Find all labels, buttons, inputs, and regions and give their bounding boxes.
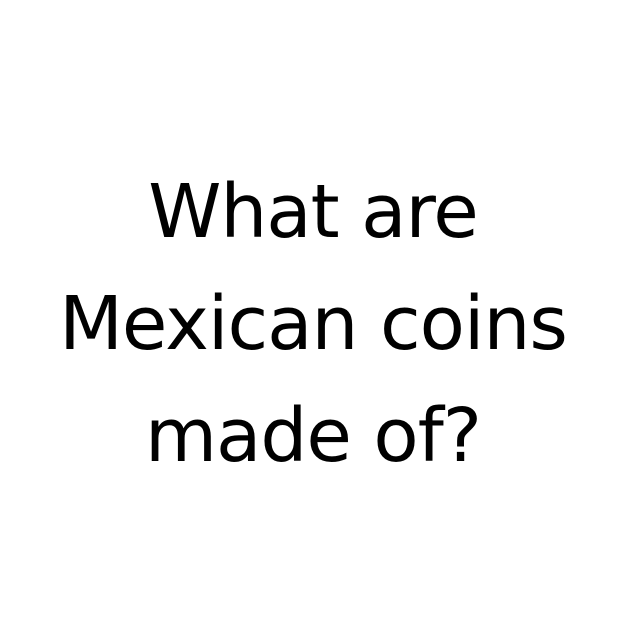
question-line-2: Mexican coins <box>59 281 568 367</box>
question-line-1: What are <box>148 169 479 255</box>
question-text: What are Mexican coins made of? <box>0 156 626 492</box>
question-line-3: made of? <box>144 393 482 479</box>
question-card: What are Mexican coins made of? <box>0 0 626 626</box>
